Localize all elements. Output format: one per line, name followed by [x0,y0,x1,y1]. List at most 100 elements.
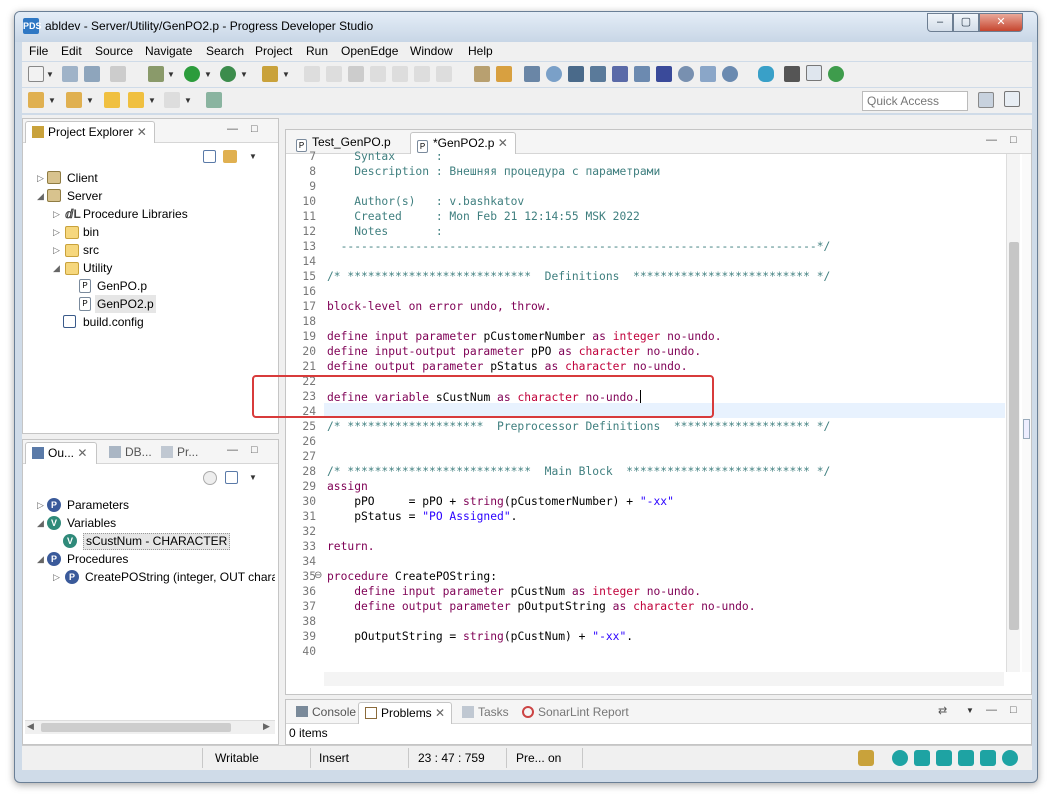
wizard-icon[interactable] [262,66,278,82]
abl-icon[interactable] [612,66,628,82]
list-icon[interactable] [474,66,490,82]
query-icon[interactable] [678,66,694,82]
expand-icon[interactable]: ▷ [37,496,44,514]
terminate-icon[interactable] [348,66,364,82]
collapse-icon[interactable]: ◢ [37,550,44,568]
tab-problems[interactable]: Problems ✕ [358,702,453,724]
maximize-icon[interactable]: □ [1010,704,1017,716]
table-icon[interactable] [590,66,606,82]
expand-icon[interactable]: ▷ [37,169,44,187]
ampersand-icon[interactable] [806,65,822,81]
schema-icon[interactable] [634,66,650,82]
maximize-button[interactable]: ▢ [953,13,979,32]
collapse-all-icon[interactable] [225,471,238,484]
save-all-icon[interactable] [84,66,100,82]
vertical-scrollbar[interactable] [1006,154,1020,672]
menu-run[interactable]: Run [306,44,328,58]
open-perspective-icon[interactable] [978,92,994,108]
tab-project-explorer[interactable]: Project Explorer ✕ [25,121,155,143]
status-task[interactable]: Pre... on [516,751,561,765]
save-icon[interactable] [62,66,78,82]
debug-icon[interactable] [148,66,164,82]
tab-console[interactable]: Console [290,702,362,724]
minimize-icon[interactable]: — [986,134,997,146]
scroll-thumb[interactable] [1009,242,1019,630]
link-editor-icon[interactable] [223,150,237,163]
step-return-icon[interactable] [414,66,430,82]
menu-help[interactable]: Help [468,44,493,58]
external-tools-icon[interactable] [220,66,236,82]
expand-icon[interactable]: ▷ [53,205,60,223]
collapse-icon[interactable]: ◢ [53,259,60,277]
monitor-icon[interactable] [958,750,974,766]
chevron-down-icon[interactable]: ▼ [282,70,290,79]
close-icon[interactable]: ✕ [77,446,87,460]
pen-icon[interactable] [784,66,800,82]
globe-icon[interactable] [1002,750,1018,766]
collapse-icon[interactable]: ◢ [37,514,44,532]
menu-project[interactable]: Project [255,44,292,58]
close-icon[interactable]: ✕ [137,125,147,139]
tab-tasks[interactable]: Tasks [456,702,515,724]
horizontal-scrollbar[interactable]: ◀ ▶ [25,720,275,734]
ruler-icon[interactable] [936,750,952,766]
maximize-icon[interactable]: □ [1010,134,1017,146]
chevron-down-icon[interactable]: ▼ [86,96,94,105]
menu-navigate[interactable]: Navigate [145,44,192,58]
maximize-icon[interactable]: □ [251,123,258,135]
previous-annotation-icon[interactable] [66,92,82,108]
horizontal-scrollbar[interactable] [324,672,1004,686]
eye-icon[interactable] [892,750,908,766]
menu-file[interactable]: File [29,44,48,58]
chevron-down-icon[interactable]: ▼ [167,70,175,79]
scroll-thumb[interactable] [41,723,231,732]
format-icon[interactable] [496,66,512,82]
minimize-icon[interactable]: — [986,704,997,716]
close-button[interactable]: ✕ [979,13,1023,32]
menu-source[interactable]: Source [95,44,133,58]
folder-icon[interactable] [980,750,996,766]
screen-icon[interactable] [568,66,584,82]
last-edit-icon[interactable] [104,92,120,108]
server-icon[interactable] [722,66,738,82]
back-icon[interactable] [128,92,144,108]
run-icon[interactable] [184,66,200,82]
view-menu-icon[interactable]: ▼ [966,706,974,715]
oe-perspective-icon[interactable] [1004,91,1020,107]
quick-access-input[interactable]: Quick Access [862,91,968,111]
expand-icon[interactable]: ▷ [53,568,60,586]
close-icon[interactable]: ✕ [435,706,445,720]
tab-outline[interactable]: Ou... ✕ [25,442,97,464]
chevron-down-icon[interactable]: ▼ [48,96,56,105]
expand-icon[interactable]: ▷ [53,241,60,259]
forward-icon[interactable] [164,92,180,108]
sort-icon[interactable] [203,471,217,485]
view-menu-icon[interactable]: ▼ [249,152,257,161]
magnifier-icon[interactable] [546,66,562,82]
view-menu-icon[interactable]: ▼ [249,473,257,482]
close-icon[interactable]: ✕ [498,136,508,150]
tab-properties[interactable]: Pr... [155,442,204,464]
menu-openedge[interactable]: OpenEdge [341,44,398,58]
grid-icon[interactable] [524,66,540,82]
print-icon[interactable] [110,66,126,82]
fold-marker-icon[interactable]: ⊖ [314,570,322,581]
chevron-down-icon[interactable]: ▼ [46,70,54,79]
new-icon[interactable] [28,66,44,82]
filter-icon[interactable]: ⇄ [938,704,947,717]
chevron-down-icon[interactable]: ▼ [240,70,248,79]
notification-icon[interactable] [858,750,874,766]
sql-icon[interactable] [656,66,672,82]
disconnect-icon[interactable] [370,66,386,82]
minimize-icon[interactable]: — [227,444,238,456]
menu-search[interactable]: Search [206,44,244,58]
step-into-icon[interactable] [392,66,408,82]
collapse-all-icon[interactable] [203,150,216,163]
database-icon[interactable] [758,66,774,82]
drop-frame-icon[interactable] [436,66,452,82]
tab-db-navigator[interactable]: DB... [103,442,158,464]
title-bar[interactable]: PDS abldev - Server/Utility/GenPO2.p - P… [15,12,1037,42]
collapse-icon[interactable]: ◢ [37,187,44,205]
annotation-icon[interactable] [28,92,44,108]
tab-sonarlint[interactable]: SonarLint Report [516,702,635,724]
